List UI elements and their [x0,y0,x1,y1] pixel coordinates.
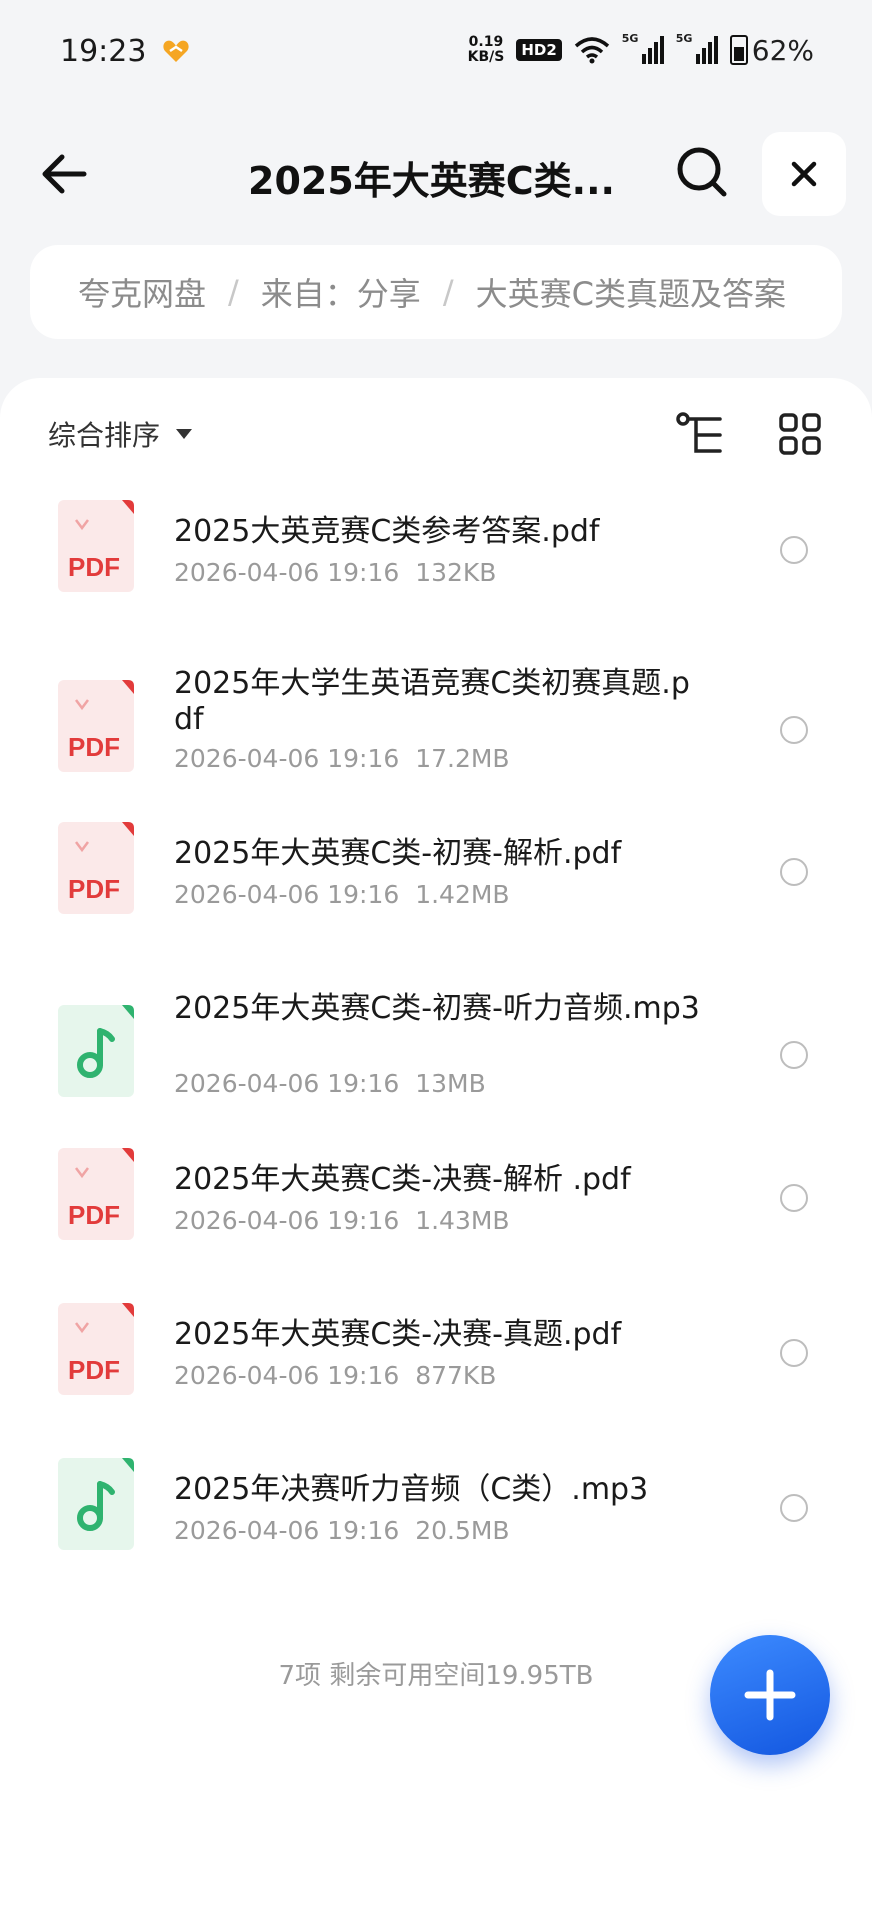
music-note-icon [58,1458,134,1550]
file-meta: 2026-04-06 19:16 1.42MB [174,880,510,909]
battery: 62% [729,33,814,67]
pdf-file-icon: PDF [58,1148,134,1240]
select-radio[interactable] [780,1041,808,1069]
caret-down-icon [176,429,193,439]
file-row[interactable]: 2025年决赛听力音频（C类）.mp3 2026-04-06 19:16 20.5… [0,1436,872,1586]
breadcrumb-separator: / [442,273,454,311]
file-name: 2025年大英赛C类-决赛-真题.pdf [174,1317,622,1352]
network-speed: 0.19 KB/S [468,35,505,65]
grid-view-icon[interactable] [778,412,822,456]
file-date: 2026-04-06 19:16 [174,1069,400,1098]
select-radio[interactable] [780,1494,808,1522]
breadcrumb-separator: / [228,273,239,311]
select-radio[interactable] [780,536,808,564]
file-date: 2026-04-06 19:16 [174,880,400,909]
search-icon[interactable] [672,142,732,202]
sim1-label: 5G [621,32,639,45]
file-meta: 2026-04-06 19:16 13MB [174,1069,486,1098]
select-radio[interactable] [780,716,808,744]
file-size: 1.43MB [415,1206,510,1235]
top-bar: 2025年大英赛C类... [0,120,872,230]
file-meta: 2026-04-06 19:16 877KB [174,1361,496,1390]
pdf-icon-label: PDF [68,874,120,904]
file-row[interactable]: 2025年大英赛C类-初赛-听力音频.mp3 2026-04-06 19:16 1… [0,963,872,1113]
status-bar: 19:23 0.19 KB/S HD2 5G 5G 62% [0,0,872,100]
file-row[interactable]: PDF 2025年大英赛C类-决赛-真题.pdf 2026-04-06 19:16 … [0,1281,872,1431]
close-button[interactable] [762,132,846,216]
battery-percent: 62% [751,33,814,67]
breadcrumb-item-root[interactable]: 夸克网盘 [78,269,206,315]
file-date: 2026-04-06 19:16 [174,744,400,773]
file-date: 2026-04-06 19:16 [174,1206,400,1235]
file-size: 877KB [415,1361,497,1390]
file-size: 17.2MB [415,744,510,773]
file-name: 2025年大英赛C类-初赛-解析.pdf [174,836,622,871]
pdf-icon-label: PDF [68,1200,120,1230]
heart-icon [163,40,189,62]
file-date: 2026-04-06 19:16 [174,558,400,587]
music-note-icon [58,1005,134,1097]
page-title: 2025年大英赛C类... [248,159,615,203]
arrow-left-icon[interactable] [36,146,92,202]
select-radio[interactable] [780,1339,808,1367]
file-size: 1.42MB [415,880,510,909]
pdf-file-icon: PDF [58,680,134,772]
status-time: 19:23 [60,34,147,69]
pdf-file-icon: PDF [58,1303,134,1395]
battery-icon [729,35,748,65]
file-size: 13MB [415,1069,486,1098]
breadcrumb: 夸克网盘 / 来自：分享 / 大英赛C类真题及答案 [30,245,842,339]
file-row[interactable]: PDF 2025年大英赛C类-决赛-解析 .pdf 2026-04-06 19:16… [0,1126,872,1276]
plus-icon [744,1669,796,1721]
breadcrumb-item-share[interactable]: 来自：分享 [261,269,421,315]
file-size: 132KB [415,558,497,587]
sort-label: 综合排序 [48,419,161,452]
file-meta: 2026-04-06 19:16 1.43MB [174,1206,510,1235]
sim2-label: 5G [675,32,693,45]
sort-dropdown[interactable]: 综合排序 [48,414,193,454]
status-indicators: 0.19 KB/S HD2 5G 5G 62% [468,30,814,70]
signal-sim2-icon: 5G [676,32,718,64]
file-date: 2026-04-06 19:16 [174,1516,400,1545]
pdf-icon-label: PDF [68,552,120,582]
pdf-file-icon: PDF [58,500,134,592]
file-row[interactable]: PDF 2025年大学生英语竞赛C类初赛真题.pdf 2026-04-06 19:1… [0,638,872,788]
file-name: 2025大英竞赛C类参考答案.pdf [174,514,600,549]
file-name: 2025年决赛听力音频（C类）.mp3 [174,1472,649,1507]
wifi-icon [574,37,609,64]
file-name: 2025年大英赛C类-决赛-解析 .pdf [174,1162,631,1197]
select-radio[interactable] [780,858,808,886]
file-name: 2025年大英赛C类-初赛-听力音频.mp3 [174,991,700,1026]
file-meta: 2026-04-06 19:16 132KB [174,558,496,587]
network-speed-unit: KB/S [467,49,505,65]
pdf-icon-label: PDF [68,1355,120,1385]
pdf-file-icon: PDF [58,822,134,914]
file-name: 2025年大学生英语竞赛C类初赛真题.pdf [174,666,690,737]
hd-badge: HD2 [516,39,562,61]
signal-sim1-icon: 5G [622,32,664,64]
close-icon [791,161,817,187]
file-list-panel: 综合排序 PDF 2025大英竞赛C类参考答案.pdf 2026-04-06 19:… [0,378,872,1920]
tree-view-icon[interactable] [676,412,724,458]
pdf-icon-label: PDF [68,732,120,762]
file-meta: 2026-04-06 19:16 17.2MB [174,744,510,773]
select-radio[interactable] [780,1184,808,1212]
network-speed-value: 0.19 [468,34,504,50]
breadcrumb-item-current[interactable]: 大英赛C类真题及答案 [476,269,786,315]
add-button[interactable] [710,1635,830,1755]
file-date: 2026-04-06 19:16 [174,1361,400,1390]
file-row[interactable]: PDF 2025大英竞赛C类参考答案.pdf 2026-04-06 19:16 13… [0,478,872,628]
file-row[interactable]: PDF 2025年大英赛C类-初赛-解析.pdf 2026-04-06 19:16 … [0,800,872,950]
file-meta: 2026-04-06 19:16 20.5MB [174,1516,510,1545]
file-size: 20.5MB [415,1516,510,1545]
